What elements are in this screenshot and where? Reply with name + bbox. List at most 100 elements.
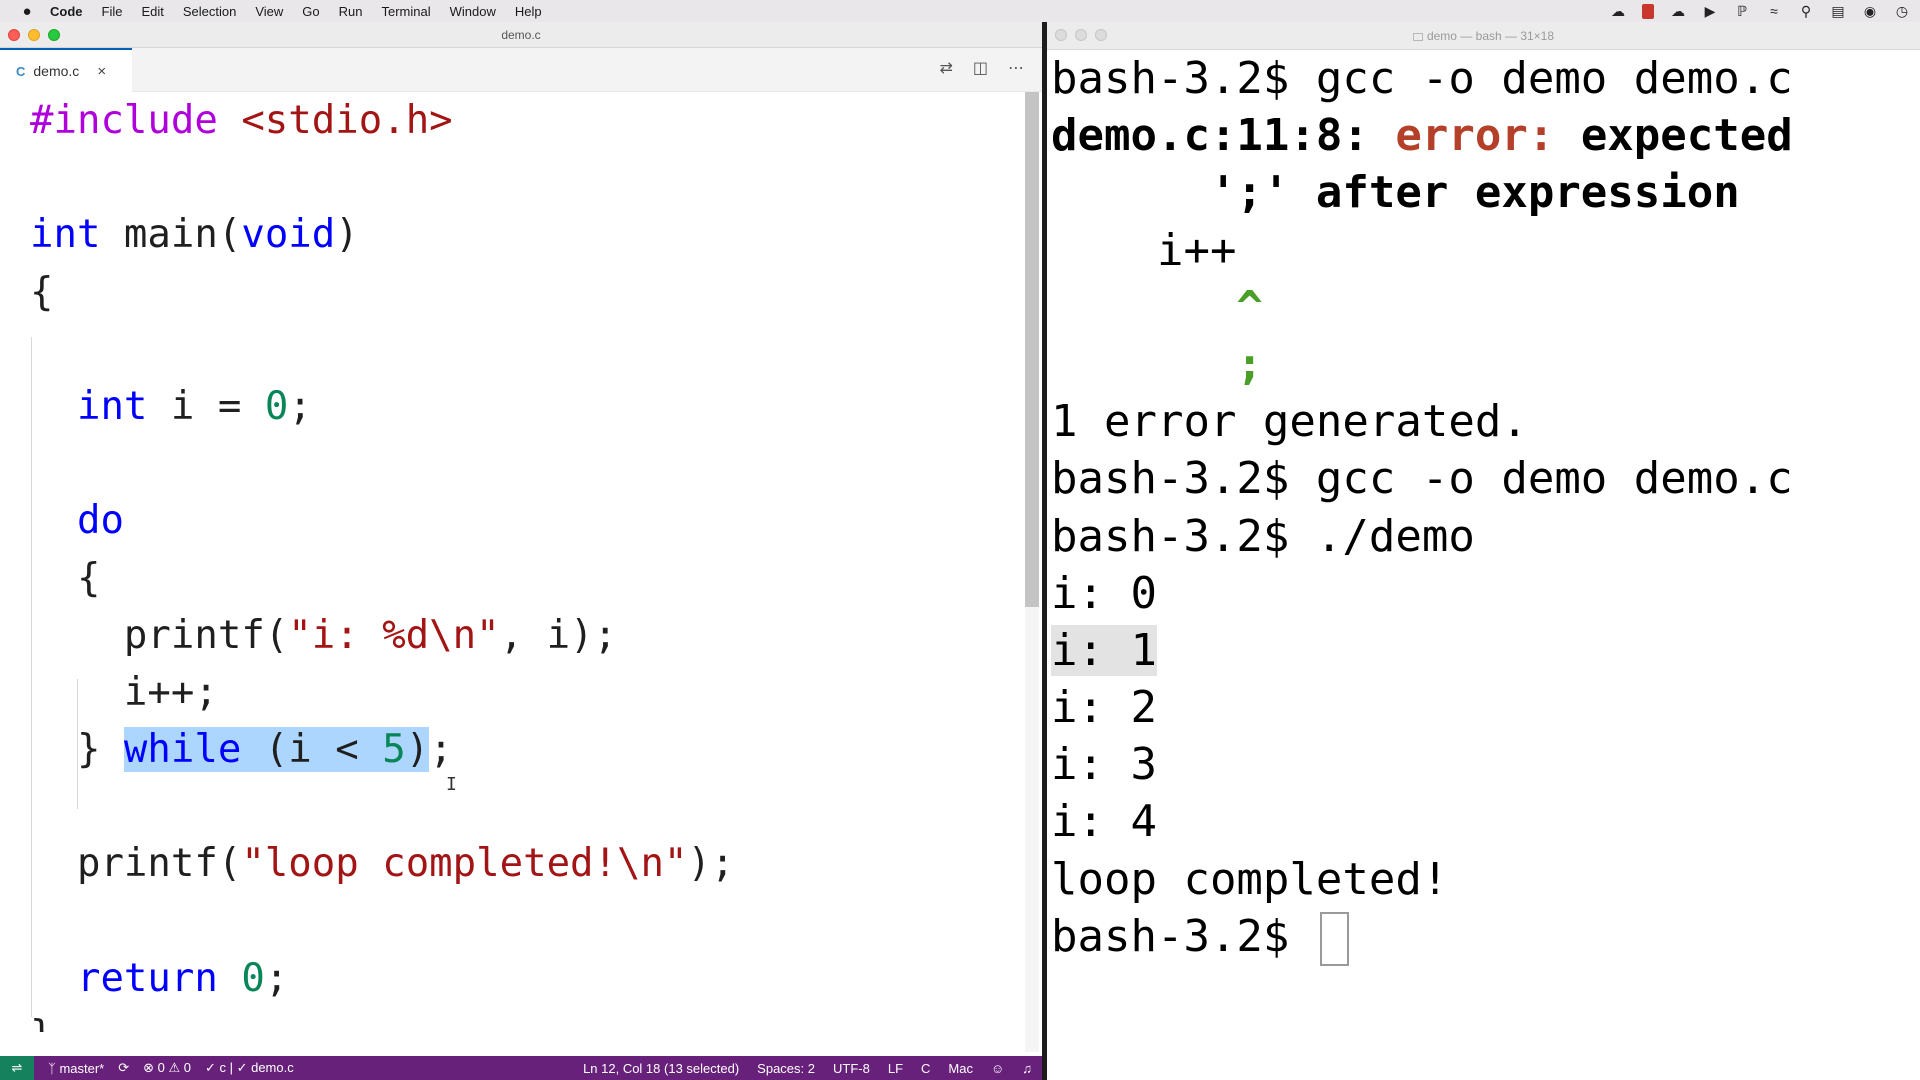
cloud-sync-icon[interactable]: ☁ <box>1610 3 1626 20</box>
code-line-15: ​ <box>30 893 734 950</box>
tab-label: demo.c <box>33 63 80 79</box>
menu-view[interactable]: View <box>255 4 283 19</box>
status-spaces[interactable]: Spaces: 2 <box>757 1061 815 1076</box>
terminal-minimize-button[interactable] <box>1075 29 1087 41</box>
macos-menu-bar: ● Code File Edit Selection View Go Run T… <box>0 0 1920 22</box>
source-control-branch-icon: ᛉ <box>48 1060 56 1076</box>
c-file-icon: C <box>16 63 26 79</box>
code-content: #include <stdio.h> ​ int main(void) { ​ … <box>30 92 734 1032</box>
code-line-2: ​ <box>30 149 734 206</box>
play-icon[interactable]: ▶ <box>1702 3 1718 20</box>
terminal-caret-line: ^ <box>1051 281 1263 333</box>
code-line-7: ​ <box>30 435 734 492</box>
status-branch[interactable]: ᛉ master* <box>48 1061 104 1076</box>
apple-icon[interactable]: ● <box>20 3 34 20</box>
menu-terminal[interactable]: Terminal <box>382 4 431 19</box>
code-line-4: { <box>30 264 734 321</box>
menu-help[interactable]: Help <box>515 4 542 19</box>
code-editor[interactable]: #include <stdio.h> ​ int main(void) { ​ … <box>0 92 1042 1032</box>
code-line-12: } while (i < 5); <box>30 721 734 778</box>
code-token: printf("i: %d\n", i); <box>30 612 618 658</box>
code-line-9: { <box>30 550 734 607</box>
tab-demo-c[interactable]: C demo.c × <box>0 48 132 92</box>
vscode-titlebar: demo.c <box>0 22 1042 48</box>
menu-bar-tray: ☁ ☁ ▶ ℙ ≈ ⚲ ▤ ◉ ◷ <box>1610 0 1910 22</box>
code-token: } <box>30 1013 53 1032</box>
menu-go[interactable]: Go <box>302 4 319 19</box>
terminal-highlight: i: 1 <box>1051 624 1157 676</box>
status-problems[interactable]: ⊗ 0 ⚠ 0 <box>143 1060 191 1076</box>
remote-icon[interactable]: ⇌ <box>0 1056 34 1080</box>
menu-file[interactable]: File <box>102 4 123 19</box>
compare-changes-icon[interactable]: ⇄ <box>939 58 952 78</box>
terminal-window: demo — bash — 31×18 bash-3.2$ gcc -o dem… <box>1047 22 1920 1080</box>
close-icon[interactable]: × <box>97 63 106 80</box>
terminal-line: i: 2 <box>1051 682 1157 734</box>
wifi-icon[interactable]: ≈ <box>1766 3 1782 19</box>
code-line-17: } <box>30 1007 734 1032</box>
code-line-8: do <box>30 492 734 549</box>
code-line-16: return 0; <box>30 950 734 1007</box>
folder-icon <box>1412 32 1423 41</box>
code-line-5: ​ <box>30 321 734 378</box>
zoom-window-button[interactable] <box>48 29 60 41</box>
clock-icon[interactable]: ◷ <box>1894 3 1910 20</box>
terminal-prompt: bash-3.2$ <box>1051 910 1316 962</box>
feedback-icon[interactable]: ☺ <box>991 1061 1004 1076</box>
terminal-line: bash-3.2$ gcc -o demo demo.c <box>1051 453 1793 505</box>
status-eol[interactable]: LF <box>888 1061 903 1076</box>
code-line-11: i++; <box>30 664 734 721</box>
code-token: i++; <box>30 669 218 715</box>
terminal-line: bash-3.2$ gcc -o demo demo.c <box>1051 53 1793 104</box>
code-line-14: printf("loop completed!\n"); <box>30 835 734 892</box>
status-bar-right: Ln 12, Col 18 (13 selected) Spaces: 2 UT… <box>583 1056 1032 1080</box>
terminal-window-controls <box>1055 29 1107 41</box>
terminal-line: i: 0 <box>1051 567 1157 619</box>
terminal-zoom-button[interactable] <box>1095 29 1107 41</box>
status-lint[interactable]: ✓ c | ✓ demo.c <box>205 1060 294 1076</box>
bluetooth-icon[interactable]: ℙ <box>1734 3 1750 20</box>
branch-name: master* <box>59 1060 105 1076</box>
menu-code[interactable]: Code <box>50 4 83 19</box>
app-status-icon[interactable] <box>1642 3 1654 19</box>
editor-scrollbar[interactable] <box>1025 92 1039 1052</box>
cloud-icon[interactable]: ☁ <box>1670 3 1686 20</box>
minimize-window-button[interactable] <box>28 29 40 41</box>
code-line-6: int i = 0; <box>30 378 734 435</box>
more-actions-icon[interactable]: ⋯ <box>1008 58 1024 78</box>
editor-actions: ⇄ ◫ ⋯ <box>939 58 1024 78</box>
terminal-titlebar: demo — bash — 31×18 <box>1047 22 1920 50</box>
terminal-line: 1 error generated. <box>1051 396 1528 448</box>
terminal-output[interactable]: bash-3.2$ gcc -o demo demo.c demo.c:11:8… <box>1051 50 1919 1080</box>
editor-tab-bar: C demo.c × ⇄ ◫ ⋯ <box>0 48 1042 92</box>
terminal-line: ';' after expression <box>1051 167 1740 219</box>
terminal-line: loop completed! <box>1051 853 1449 905</box>
status-encoding[interactable]: UTF-8 <box>833 1061 870 1076</box>
code-token: int main(void) <box>30 212 359 258</box>
control-center-icon[interactable]: ▤ <box>1830 3 1846 20</box>
menu-edit[interactable]: Edit <box>141 4 163 19</box>
status-position[interactable]: Ln 12, Col 18 (13 selected) <box>583 1061 739 1076</box>
search-icon[interactable]: ⚲ <box>1798 3 1814 20</box>
scrollbar-thumb[interactable] <box>1025 92 1039 607</box>
status-language[interactable]: C <box>921 1061 930 1076</box>
split-editor-icon[interactable]: ◫ <box>973 58 988 78</box>
code-token: { <box>30 269 54 315</box>
code-token: do <box>76 498 124 544</box>
menu-window[interactable]: Window <box>450 4 496 19</box>
terminal-cursor[interactable] <box>1319 911 1349 966</box>
status-platform[interactable]: Mac <box>948 1061 973 1076</box>
sync-icon[interactable]: ⟳ <box>118 1060 129 1076</box>
siri-icon[interactable]: ◉ <box>1862 3 1878 20</box>
menu-run[interactable]: Run <box>339 4 363 19</box>
terminal-close-button[interactable] <box>1055 29 1067 41</box>
close-window-button[interactable] <box>8 29 20 41</box>
menu-selection[interactable]: Selection <box>183 4 236 19</box>
code-token: int i = 0; <box>76 383 312 429</box>
code-line-10: printf("i: %d\n", i); <box>30 607 734 664</box>
code-line-13: ​ <box>30 778 734 835</box>
terminal-line: i: 3 <box>1051 739 1157 791</box>
code-line-3: int main(void) <box>30 206 734 263</box>
bell-icon[interactable]: ♫ <box>1022 1061 1032 1076</box>
code-token: } while (i < 5); <box>30 727 453 773</box>
